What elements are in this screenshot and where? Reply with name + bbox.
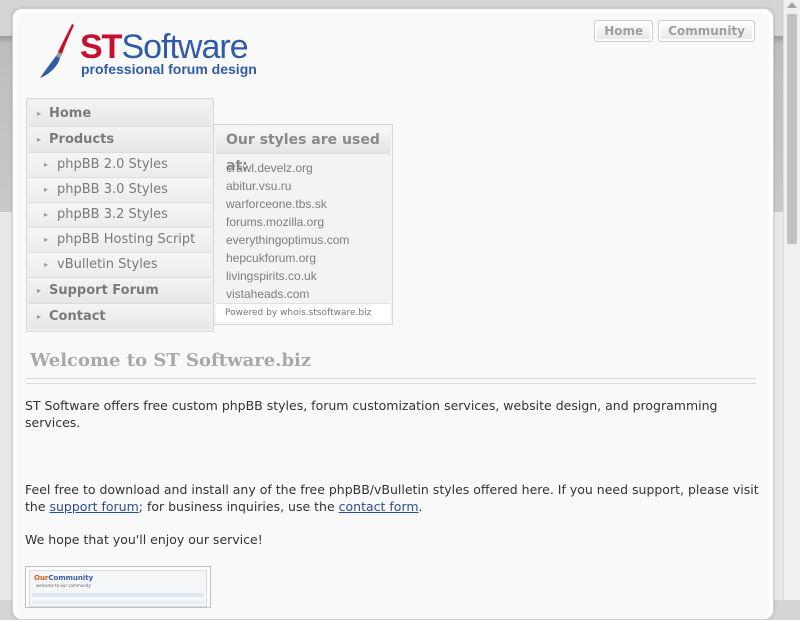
- sidebar-item-label: phpBB 3.0 Styles: [57, 182, 168, 197]
- sidebar-item-support-forum[interactable]: ▸ Support Forum: [29, 278, 211, 304]
- sidebar-item-phpbb-20-styles[interactable]: ▸ phpBB 2.0 Styles: [29, 153, 211, 178]
- support-text: .: [418, 499, 423, 514]
- chevron-right-icon: ▸: [44, 210, 49, 219]
- sidebar-item-phpbb-hosting-script[interactable]: ▸ phpBB Hosting Script: [29, 228, 211, 253]
- support-text: ; for business inquiries, use the: [138, 499, 339, 514]
- sidebar-item-home[interactable]: ▸ Home: [29, 101, 211, 127]
- style-preview-thumbnail[interactable]: OurCommunity welcome to our community: [25, 566, 211, 608]
- chevron-right-icon: ▸: [44, 260, 49, 269]
- styles-used-heading: Our styles are used at:: [216, 127, 390, 174]
- site-link[interactable]: warforceone.tbs.sk: [226, 195, 390, 213]
- thumbnail-subtitle: welcome to our community: [36, 583, 91, 588]
- thumbnail-navbar: [32, 593, 204, 597]
- site-link[interactable]: crawl.develz.org: [226, 159, 390, 177]
- chevron-right-icon: ▸: [44, 160, 49, 169]
- divider: [26, 383, 756, 384]
- site-link[interactable]: hepcukforum.org: [226, 249, 390, 267]
- logo-title: STSoftware: [80, 30, 249, 64]
- thumbnail-row: [32, 601, 204, 604]
- top-nav-community-button[interactable]: Community: [658, 20, 755, 42]
- site-link[interactable]: abitur.vsu.ru: [226, 177, 390, 195]
- site-link[interactable]: forums.mozilla.org: [226, 213, 390, 231]
- sidebar-item-label: phpBB 2.0 Styles: [57, 157, 168, 172]
- closing-paragraph: We hope that you'll enjoy our service!: [25, 532, 263, 547]
- chevron-right-icon: ▸: [37, 312, 42, 321]
- page-title: Welcome to ST Software.biz: [30, 350, 312, 371]
- styles-used-box: Our styles are used at: crawl.develz.org…: [213, 124, 393, 325]
- sidebar-menu: ▸ Home ▸ Products ▸ phpBB 2.0 Styles ▸ phpBB…: [26, 98, 214, 332]
- sidebar-item-label: Home: [49, 106, 92, 121]
- scroll-up-arrow-icon[interactable]: [787, 2, 797, 8]
- sidebar-item-label: Contact: [49, 309, 106, 324]
- thumbnail-screenshot: OurCommunity welcome to our community: [29, 570, 207, 607]
- chevron-right-icon: ▸: [37, 135, 42, 144]
- site-link[interactable]: everythingoptimus.com: [226, 231, 390, 249]
- thumbnail-logo-community: Community: [48, 574, 94, 582]
- thumbnail-logo-our: Our: [34, 574, 49, 582]
- sidebar-item-phpbb-32-styles[interactable]: ▸ phpBB 3.2 Styles: [29, 203, 211, 228]
- support-paragraph: Feel free to download and install any of…: [25, 481, 765, 515]
- top-nav-home-button[interactable]: Home: [594, 20, 654, 42]
- intro-paragraph: ST Software offers free custom phpBB sty…: [25, 398, 718, 430]
- powered-by-link[interactable]: Powered by whois.stsoftware.biz: [216, 303, 390, 322]
- paintbrush-icon: [40, 24, 74, 78]
- sidebar-item-phpbb-30-styles[interactable]: ▸ phpBB 3.0 Styles: [29, 178, 211, 203]
- top-nav: Home Community: [594, 20, 755, 42]
- chevron-right-icon: ▸: [44, 235, 49, 244]
- chevron-right-icon: ▸: [37, 109, 42, 118]
- sidebar-item-label: vBulletin Styles: [57, 257, 158, 272]
- sidebar-item-label: phpBB Hosting Script: [57, 232, 196, 247]
- support-forum-link[interactable]: support forum: [50, 499, 139, 514]
- thumbnail-logo: OurCommunity: [34, 574, 93, 582]
- sidebar-item-label: Products: [49, 132, 115, 147]
- vertical-scrollbar[interactable]: [783, 0, 800, 600]
- sidebar-item-vbulletin-styles[interactable]: ▸ vBulletin Styles: [29, 253, 211, 278]
- sidebar-item-label: phpBB 3.2 Styles: [57, 207, 168, 222]
- chevron-right-icon: ▸: [44, 185, 49, 194]
- site-logo[interactable]: STSoftware professional forum design: [32, 22, 272, 82]
- sidebar-item-label: Support Forum: [49, 283, 159, 298]
- sidebar-item-contact[interactable]: ▸ Contact: [29, 304, 211, 329]
- styles-used-list: crawl.develz.org abitur.vsu.ru warforceo…: [216, 154, 390, 303]
- site-link[interactable]: livingspirits.co.uk: [226, 267, 390, 285]
- sidebar-item-products[interactable]: ▸ Products: [29, 127, 211, 153]
- divider: [26, 378, 756, 379]
- contact-form-link[interactable]: contact form: [339, 499, 419, 514]
- logo-tagline: professional forum design: [81, 61, 257, 77]
- scrollbar-thumb[interactable]: [787, 14, 797, 244]
- site-link[interactable]: vistaheads.com: [226, 285, 390, 303]
- chevron-right-icon: ▸: [37, 286, 42, 295]
